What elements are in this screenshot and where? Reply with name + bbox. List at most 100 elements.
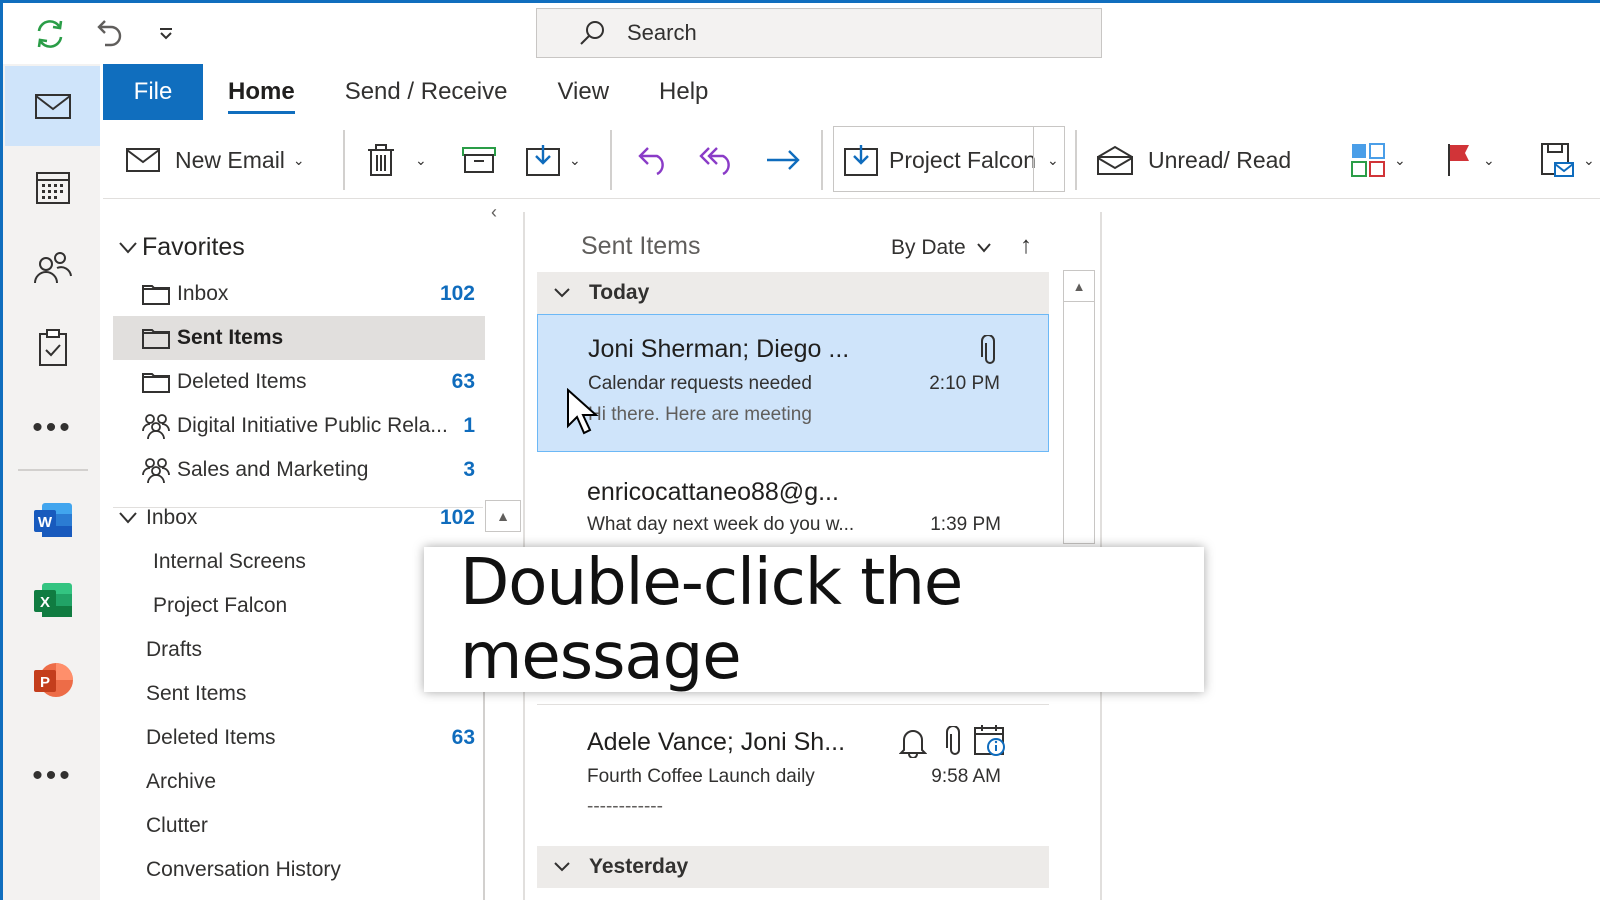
instruction-text: Double-click the message <box>460 545 963 694</box>
folder-label: Digital Initiative Public Rela... <box>177 414 448 437</box>
sort-label: By Date <box>891 236 966 259</box>
message-item[interactable]: Adele Vance; Joni Sh... Fourth Coffee La… <box>537 712 1049 838</box>
undo-icon[interactable] <box>88 14 128 54</box>
favorite-sales-marketing-group[interactable]: Sales and Marketing 3 <box>113 448 485 492</box>
categorize-button[interactable]: ⌄ <box>1350 122 1406 198</box>
chevron-down-icon[interactable]: ⌄ <box>1483 152 1495 169</box>
excel-icon: X <box>33 583 72 617</box>
folder-label: Sent Items <box>177 326 284 349</box>
tab-home[interactable]: Home <box>203 64 320 120</box>
sync-icon[interactable] <box>30 14 70 54</box>
unread-count: 102 <box>439 506 475 529</box>
tab-help[interactable]: Help <box>634 64 733 120</box>
message-subject: Calendar requests needed <box>588 373 812 394</box>
tasks-app-button[interactable] <box>5 308 100 388</box>
svg-text:W: W <box>37 514 52 531</box>
ribbon-separator <box>610 130 612 190</box>
word-app-button[interactable]: W <box>5 480 100 560</box>
favorites-header[interactable]: Favorites <box>118 233 245 262</box>
folder-scroll-up-icon[interactable]: ▲ <box>485 500 521 532</box>
chevron-down-icon <box>119 241 137 254</box>
chevron-down-icon: ⌄ <box>1047 151 1059 168</box>
calendar-app-button[interactable] <box>5 148 100 228</box>
more-apps-icon-2[interactable]: ••• <box>5 736 100 816</box>
collapse-pane-icon[interactable]: ‹ <box>491 202 497 223</box>
unread-count: 102 <box>439 282 475 305</box>
mail-app-button[interactable] <box>5 66 100 146</box>
folder-conversation-history[interactable]: Conversation History <box>113 848 485 892</box>
folder-label: Clutter <box>146 814 208 837</box>
quick-step-project-falcon[interactable]: Project Falcon <box>843 122 1036 198</box>
unread-count: 3 <box>463 458 475 481</box>
delete-button[interactable]: ⌄ <box>365 122 427 198</box>
trash-icon <box>368 144 394 176</box>
reply-button[interactable] <box>633 122 671 198</box>
quick-step-dropdown[interactable]: ⌄ <box>1039 122 1059 198</box>
ribbon-commands: New Email ⌄ ⌄ ⌄ Project Falcon ⌄ Unread/… <box>103 122 1600 199</box>
folder-icon <box>141 325 171 351</box>
unread-read-button[interactable]: Unread/ Read <box>1096 122 1291 198</box>
ribbon-tabs: File Home Send / Receive View Help <box>103 64 733 120</box>
paperclip-icon <box>981 335 995 364</box>
save-mail-icon <box>1541 143 1574 177</box>
folder-deleted-items[interactable]: Deleted Items 63 <box>113 716 485 760</box>
reply-all-button[interactable] <box>697 122 737 198</box>
inbox-header[interactable]: Inbox 102 <box>113 496 485 540</box>
chevron-down-icon[interactable]: ⌄ <box>1583 152 1595 169</box>
message-sender: Adele Vance; Joni Sh... <box>587 728 846 756</box>
favorite-deleted-items[interactable]: Deleted Items 63 <box>113 360 485 404</box>
group-header-yesterday[interactable]: Yesterday <box>537 846 1049 888</box>
message-time: 1:39 PM <box>930 514 1001 535</box>
folder-label: Deleted Items <box>146 726 276 749</box>
ribbon-separator <box>1075 130 1077 190</box>
send-to-onenote-button[interactable]: ⌄ <box>1539 122 1595 198</box>
powerpoint-icon: P <box>33 663 73 697</box>
chevron-down-icon[interactable]: ⌄ <box>569 152 581 169</box>
folder-clutter[interactable]: Clutter <box>113 804 485 848</box>
tab-file[interactable]: File <box>103 64 203 120</box>
customize-toolbar-icon[interactable] <box>146 14 186 54</box>
move-button[interactable]: ⌄ <box>525 122 581 198</box>
powerpoint-app-button[interactable]: P <box>5 640 100 720</box>
app-rail: ••• W X P ••• <box>3 64 100 900</box>
new-email-button[interactable]: New Email ⌄ <box>125 122 305 198</box>
unread-count: 63 <box>451 370 475 393</box>
calendar-icon <box>35 172 70 204</box>
folder-label: Inbox <box>146 506 198 529</box>
folder-pane-scrollbar-track <box>483 690 485 900</box>
group-header-today[interactable]: Today <box>537 272 1049 314</box>
group-icon <box>141 413 171 440</box>
quick-access-toolbar <box>30 14 186 54</box>
favorite-inbox[interactable]: Inbox 102 <box>113 272 485 316</box>
excel-app-button[interactable]: X <box>5 560 100 640</box>
flag-icon <box>1448 144 1469 176</box>
message-time: 9:58 AM <box>931 766 1001 787</box>
search-box[interactable]: Search <box>536 8 1102 58</box>
people-app-button[interactable] <box>5 228 100 308</box>
message-preview: Hi there. Here are meeting <box>588 404 812 425</box>
forward-button[interactable] <box>763 122 803 198</box>
chevron-down-icon[interactable]: ⌄ <box>415 152 427 169</box>
sort-by-date-button[interactable]: By Date <box>891 236 992 260</box>
message-item[interactable]: enricocattaneo88@g... What day next week… <box>537 458 1049 558</box>
chevron-down-icon[interactable]: ⌄ <box>1394 152 1406 169</box>
chevron-down-icon[interactable]: ⌄ <box>293 152 305 169</box>
scroll-up-icon[interactable]: ▲ <box>1063 270 1095 302</box>
message-item[interactable]: Joni Sherman; Diego ... Calendar request… <box>537 314 1049 452</box>
favorite-digital-initiative-group[interactable]: Digital Initiative Public Rela... 1 <box>113 404 485 448</box>
people-icon <box>33 252 72 284</box>
favorite-sent-items[interactable]: Sent Items <box>113 316 485 360</box>
folder-archive[interactable]: Archive <box>113 760 485 804</box>
move-to-folder-icon <box>844 145 878 176</box>
chevron-down-icon <box>554 862 570 872</box>
follow-up-button[interactable]: ⌄ <box>1445 122 1495 198</box>
open-envelope-icon <box>1097 145 1133 175</box>
tab-send-receive[interactable]: Send / Receive <box>320 64 533 120</box>
more-apps-icon[interactable]: ••• <box>5 388 100 468</box>
mail-icon <box>34 94 71 119</box>
tab-view[interactable]: View <box>532 64 634 120</box>
message-list-scrollbar[interactable] <box>1063 270 1095 544</box>
archive-button[interactable] <box>461 122 497 198</box>
sort-direction-icon[interactable]: ↑ <box>1020 232 1032 260</box>
reply-icon <box>638 147 664 176</box>
